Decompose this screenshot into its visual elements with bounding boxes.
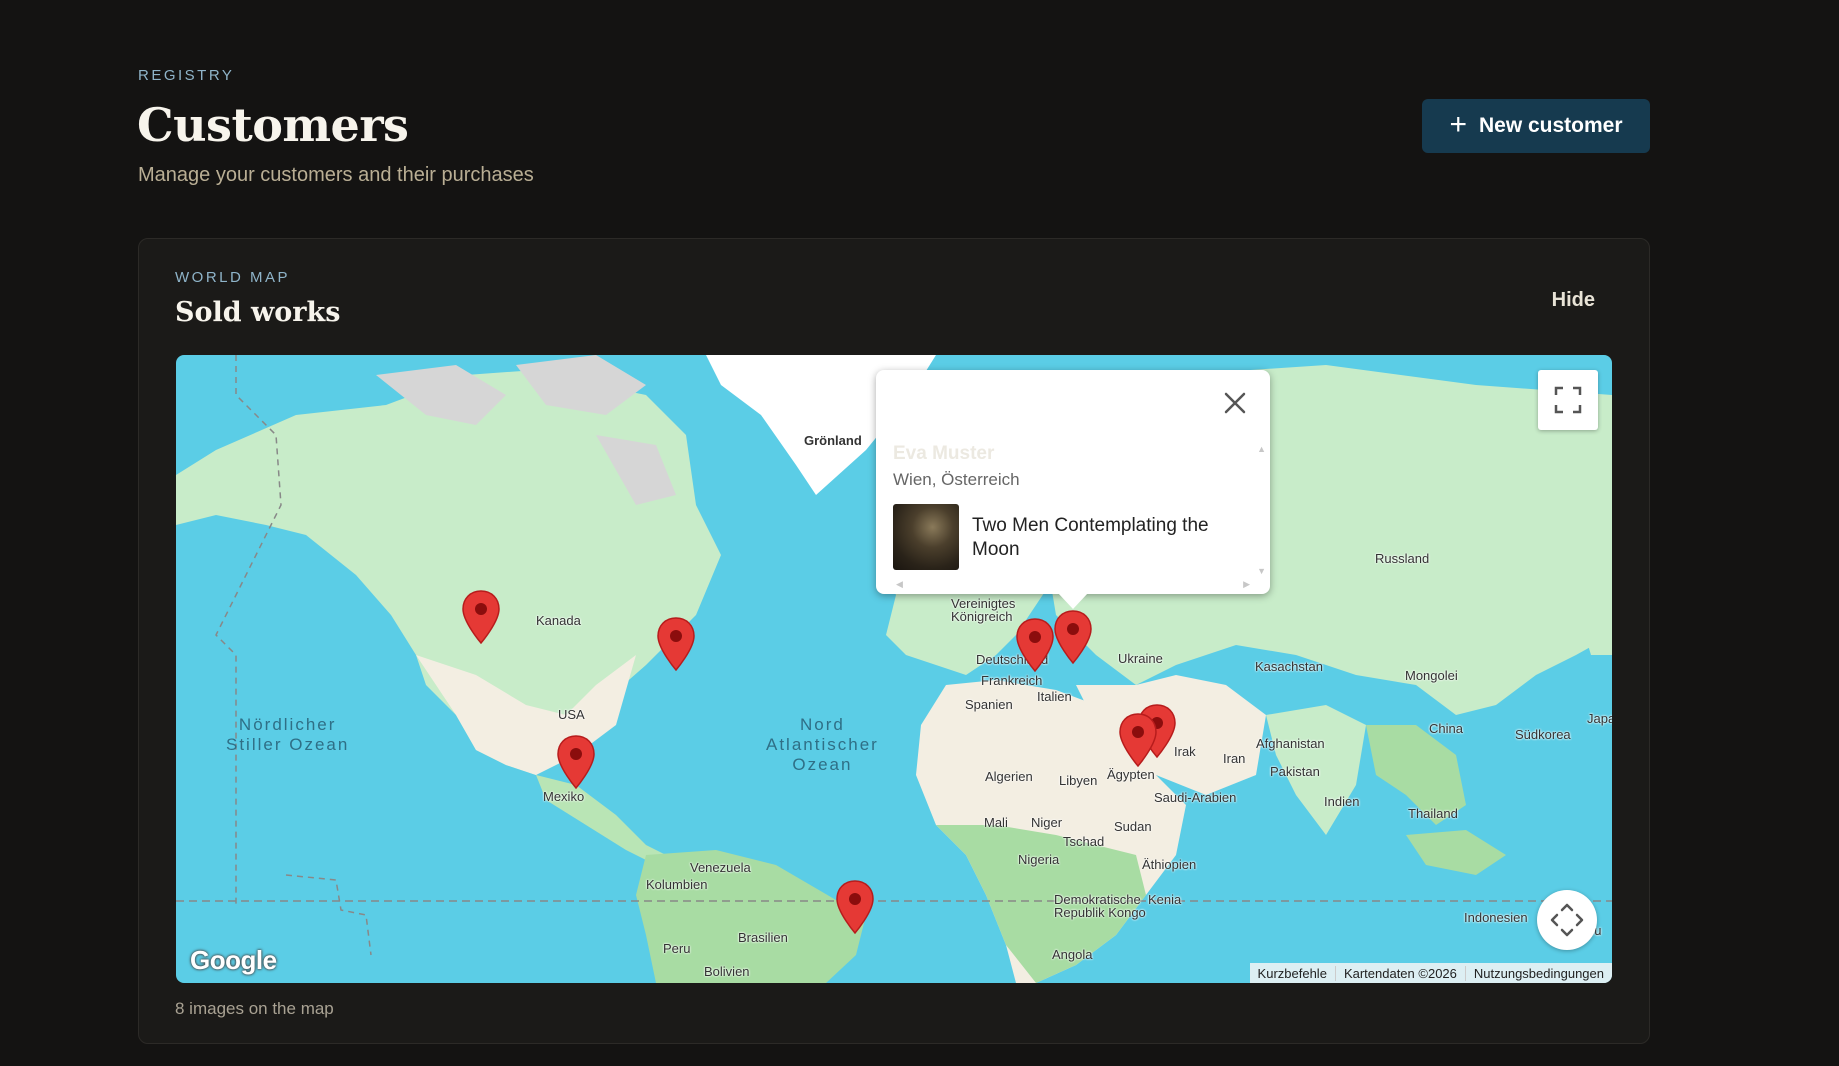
map-label-indien: Indien [1324,794,1360,809]
map-label-mali: Mali [984,815,1008,830]
map-label-irak: Irak [1174,744,1196,759]
map-label-algerien: Algerien [985,769,1033,784]
ocean-label-atlantic: Nord Atlantischer Ozean [766,715,879,774]
terms-link[interactable]: Nutzungsbedingungen [1464,965,1612,981]
pan-arrows-icon [1550,903,1584,937]
hide-map-button[interactable]: Hide [1552,289,1595,312]
page-eyebrow: REGISTRY [138,67,235,84]
map-label-sudan: Sudan [1114,819,1152,834]
map-marker[interactable] [1118,712,1158,768]
scroll-up-icon[interactable]: ▲ [1257,444,1266,454]
map-marker[interactable] [1053,609,1093,665]
map-label-italien: Italien [1037,689,1072,704]
map-label-suedkorea: Südkorea [1515,727,1571,742]
page-title: Customers [137,98,409,152]
map-label-thailand: Thailand [1408,806,1458,821]
artwork-thumbnail[interactable] [893,504,959,570]
map-label-angola: Angola [1052,947,1093,962]
map-label-niger: Niger [1031,815,1063,830]
map-label-kongo: Demokratische Republik Kongo [1054,892,1146,920]
world-map[interactable]: Nördlicher Stiller Ozean Nord Atlantisch… [176,355,1612,983]
map-label-mexiko: Mexiko [543,789,585,804]
scroll-down-icon[interactable]: ▼ [1257,566,1266,576]
keyboard-shortcuts-link[interactable]: Kurzbefehle [1250,966,1335,981]
map-label-ukraine: Ukraine [1118,651,1163,666]
map-label-saudi: Saudi-Arabien [1154,790,1237,805]
map-label-iran: Iran [1223,751,1246,766]
map-marker[interactable] [835,879,875,935]
plus-icon: + [1449,107,1467,141]
map-label-usa: USA [558,707,585,722]
map-label-uk: Vereinigtes Königreich [951,596,1016,624]
popup-work-title[interactable]: Two Men Contemplating the Moon [972,514,1242,562]
popup-location: Wien, Österreich [893,470,1020,489]
new-customer-button[interactable]: + New customer [1422,99,1650,153]
map-label-spanien: Spanien [965,697,1013,712]
panel-title: Sold works [175,297,341,328]
scroll-right-icon[interactable]: ▶ [1243,579,1250,590]
map-pan-control[interactable] [1537,890,1597,950]
map-label-frankreich: Frankreich [981,673,1043,688]
panel-eyebrow: WORLD MAP [175,269,291,286]
marker-info-popup: Eva Muster Wien, Österreich Two Men Cont… [876,370,1270,609]
map-label-tschad: Tschad [1063,834,1105,849]
map-label-kolumbien: Kolumbien [646,877,708,892]
map-label-china: China [1429,721,1463,736]
map-label-kasachstan: Kasachstan [1255,659,1323,674]
map-label-russland: Russland [1375,551,1430,566]
world-map-panel: WORLD MAP Sold works Hide Nördlicher Sti… [138,238,1650,1044]
page-subtitle: Manage your customers and their purchase… [138,164,534,186]
close-icon[interactable] [1220,388,1250,418]
map-marker[interactable] [656,616,696,672]
new-customer-label: New customer [1478,114,1623,137]
map-label-mongolei: Mongolei [1405,668,1458,683]
fullscreen-button[interactable] [1538,370,1598,430]
map-label-brasilien: Brasilien [738,930,788,945]
map-label-groenland: Grönland [804,433,862,448]
map-label-aegypten: Ägypten [1107,767,1155,782]
map-label-kanada: Kanada [536,613,581,628]
map-label-nigeria: Nigeria [1018,852,1060,867]
map-label-venezuela: Venezuela [690,860,751,875]
fullscreen-icon [1554,386,1582,414]
map-attribution: Kurzbefehle Kartendaten ©2026 Nutzungsbe… [1249,963,1612,983]
map-marker[interactable] [461,589,501,645]
map-label-indonesien: Indonesien [1464,910,1528,925]
map-image-count: 8 images on the map [175,999,334,1018]
scroll-left-icon[interactable]: ◀ [896,579,903,590]
map-label-libyen: Libyen [1059,773,1098,788]
map-label-japan: Japa [1587,711,1612,726]
map-label-peru: Peru [663,941,691,956]
map-label-aethiopien: Äthiopien [1142,857,1197,872]
map-label-bolivien: Bolivien [704,964,750,979]
map-label-pakistan: Pakistan [1270,764,1320,779]
google-logo: Google [190,945,277,975]
map-data-label: Kartendaten ©2026 [1334,965,1465,981]
map-marker[interactable] [556,734,596,790]
map-label-kenia: Kenia [1148,892,1182,907]
popup-customer-name[interactable]: Eva Muster [893,443,994,465]
map-marker[interactable] [1015,617,1055,673]
ocean-label-pacific: Nördlicher Stiller Ozean [226,715,350,754]
map-label-afghanistan: Afghanistan [1256,736,1325,751]
